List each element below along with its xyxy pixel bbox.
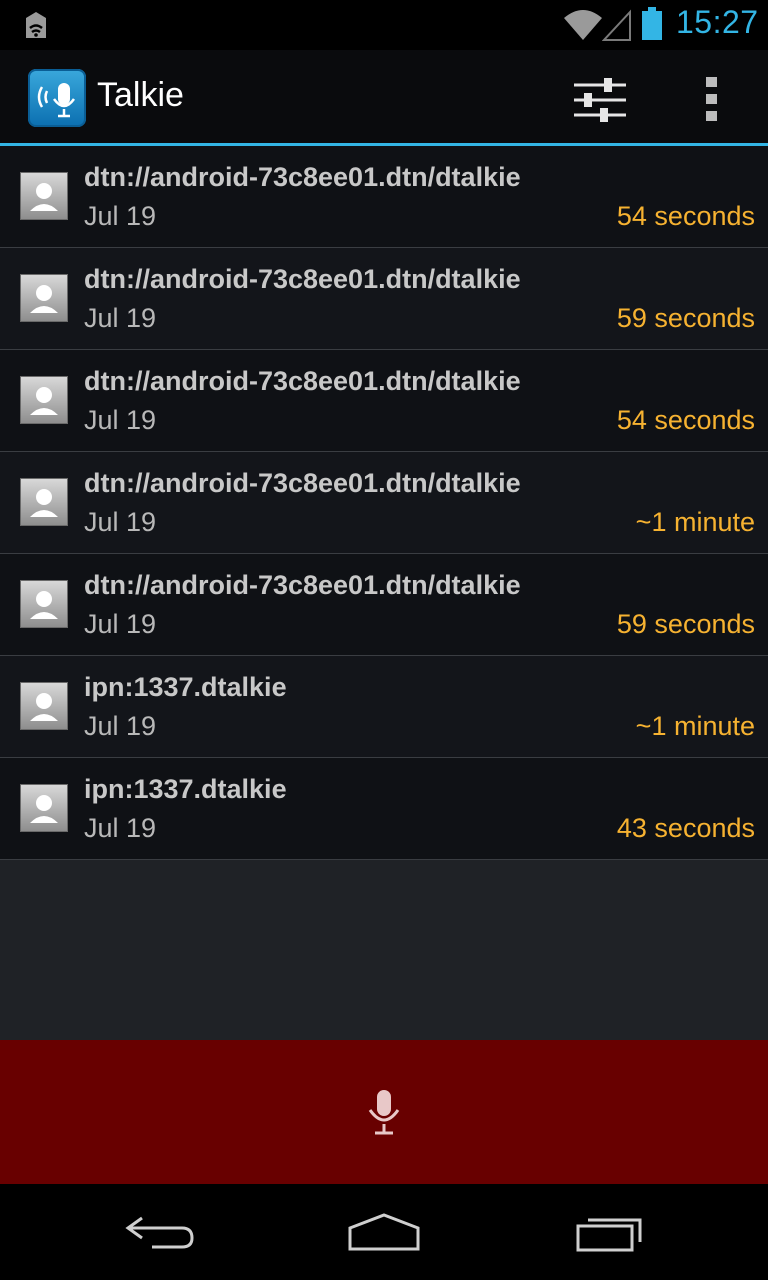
item-duration: 54 seconds [616, 201, 755, 231]
item-duration: ~1 minute [635, 711, 755, 741]
contact-avatar-icon [20, 478, 68, 526]
notification-icon [26, 12, 46, 38]
item-title: dtn://android-73c8ee01.dtn/dtalkie [84, 366, 521, 396]
record-button[interactable] [0, 1040, 768, 1184]
list-item[interactable]: dtn://android-73c8ee01.dtn/dtalkie Jul 1… [0, 350, 768, 452]
contact-avatar-icon [20, 376, 68, 424]
item-title: ipn:1337.dtalkie [84, 672, 287, 702]
recents-icon[interactable] [574, 1210, 646, 1254]
list-item[interactable]: dtn://android-73c8ee01.dtn/dtalkie Jul 1… [0, 146, 768, 248]
item-title: dtn://android-73c8ee01.dtn/dtalkie [84, 162, 521, 192]
list-item[interactable]: dtn://android-73c8ee01.dtn/dtalkie Jul 1… [0, 248, 768, 350]
item-date: Jul 19 [84, 405, 157, 435]
status-bar: 15:27 [0, 0, 768, 50]
contact-avatar-icon [20, 580, 68, 628]
back-icon[interactable] [124, 1214, 196, 1250]
recordings-list: dtn://android-73c8ee01.dtn/dtalkie Jul 1… [0, 146, 768, 860]
contact-avatar-icon [20, 784, 68, 832]
item-date: Jul 19 [84, 201, 157, 231]
item-title: ipn:1337.dtalkie [84, 774, 287, 804]
contact-avatar-icon [20, 172, 68, 220]
item-duration: ~1 minute [635, 507, 755, 537]
item-title: dtn://android-73c8ee01.dtn/dtalkie [84, 468, 521, 498]
item-duration: 59 seconds [616, 303, 755, 333]
contact-avatar-icon [20, 682, 68, 730]
item-duration: 54 seconds [616, 405, 755, 435]
battery-icon [642, 7, 662, 40]
signal-icon [602, 9, 631, 41]
item-duration: 43 seconds [616, 813, 755, 843]
list-item[interactable]: dtn://android-73c8ee01.dtn/dtalkie Jul 1… [0, 554, 768, 656]
item-title: dtn://android-73c8ee01.dtn/dtalkie [84, 264, 521, 294]
item-title: dtn://android-73c8ee01.dtn/dtalkie [84, 570, 521, 600]
list-item[interactable]: ipn:1337.dtalkie Jul 19 ~1 minute [0, 656, 768, 758]
wifi-icon [564, 10, 602, 40]
item-date: Jul 19 [84, 507, 157, 537]
navigation-bar [0, 1184, 768, 1280]
app-title: Talkie [97, 76, 184, 114]
app-logo-icon[interactable] [28, 69, 86, 127]
list-item[interactable]: ipn:1337.dtalkie Jul 19 43 seconds [0, 758, 768, 860]
home-icon[interactable] [346, 1212, 422, 1252]
list-item[interactable]: dtn://android-73c8ee01.dtn/dtalkie Jul 1… [0, 452, 768, 554]
item-date: Jul 19 [84, 711, 157, 741]
item-date: Jul 19 [84, 303, 157, 333]
overflow-menu-icon[interactable] [700, 75, 724, 125]
microphone-icon [368, 1090, 400, 1135]
action-bar: Talkie [0, 50, 768, 146]
item-date: Jul 19 [84, 813, 157, 843]
contact-avatar-icon [20, 274, 68, 322]
settings-sliders-icon[interactable] [572, 75, 628, 125]
item-date: Jul 19 [84, 609, 157, 639]
item-duration: 59 seconds [616, 609, 755, 639]
status-clock: 15:27 [676, 4, 759, 40]
